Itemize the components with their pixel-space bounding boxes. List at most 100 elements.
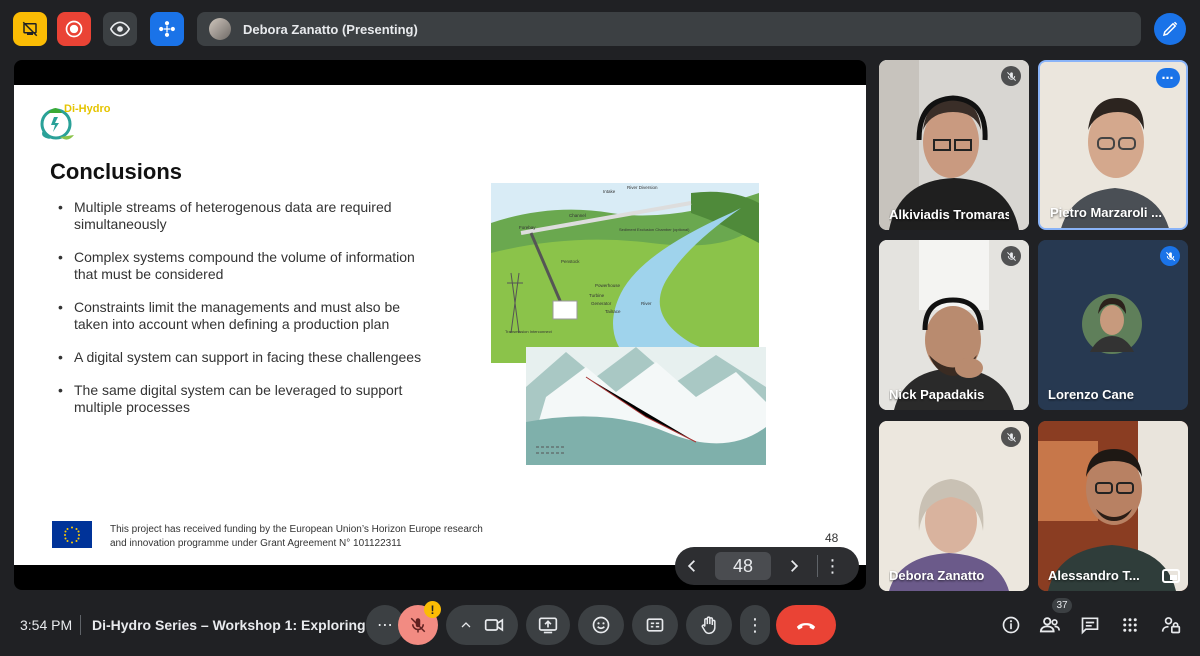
present-screen-icon	[538, 617, 558, 634]
participant-video	[879, 240, 1029, 410]
label-generator: Generator	[591, 301, 612, 306]
pager-more-button[interactable]: ⋮	[817, 555, 847, 577]
mic-muted-icon	[1001, 246, 1021, 266]
meeting-info-button[interactable]	[998, 612, 1024, 638]
slide-title: Conclusions	[50, 159, 183, 184]
captions-icon	[646, 618, 664, 632]
presentation-stage: Di-Hydro Conclusions Multiple streams of…	[14, 60, 866, 590]
label-sediment: Sediment Exclusion Chamber (optional)	[619, 227, 690, 232]
participant-more-button[interactable]: ⋯	[1156, 68, 1180, 88]
participant-tile[interactable]: Nick Papadakis	[879, 240, 1029, 410]
participant-name: Lorenzo Cane	[1048, 387, 1134, 402]
leave-call-button[interactable]	[776, 605, 836, 645]
mic-muted-icon	[1001, 427, 1021, 447]
present-screen-button[interactable]	[526, 605, 570, 645]
participant-tile[interactable]: Debora Zanatto	[879, 421, 1029, 591]
label-channel: Channel	[569, 213, 586, 218]
label-penstock: Penstock	[561, 259, 580, 264]
captions-button[interactable]	[632, 605, 678, 645]
mic-off-icon	[410, 617, 426, 633]
divider	[80, 615, 81, 635]
activities-panel-button[interactable]	[1117, 612, 1143, 638]
label-river: River	[641, 301, 652, 306]
label-river-diversion: River Diversion	[627, 185, 658, 190]
slide: Di-Hydro Conclusions Multiple streams of…	[14, 85, 866, 565]
eu-flag-icon	[52, 521, 92, 548]
record-icon	[65, 20, 83, 38]
more-vertical-icon: ⋮	[746, 614, 764, 635]
host-controls-button[interactable]	[1158, 612, 1184, 638]
clock: 3:54 PM	[20, 617, 73, 633]
presenter-name: Debora Zanatto (Presenting)	[243, 21, 418, 37]
people-button[interactable]	[1037, 612, 1063, 638]
hide-self-view-button[interactable]	[13, 12, 47, 46]
participant-name: Alessandro T...	[1048, 568, 1140, 583]
previous-slide-button[interactable]	[675, 549, 709, 583]
apps-grid-icon	[1123, 618, 1137, 632]
bullet-item: Constraints limit the managements and mu…	[58, 299, 438, 333]
participant-video	[879, 60, 1029, 230]
chevron-left-icon	[687, 560, 695, 572]
participant-name: Debora Zanatto	[889, 568, 985, 583]
bullet-item: Complex systems compound the volume of i…	[58, 249, 438, 283]
raise-hand-button[interactable]	[686, 605, 732, 645]
more-horizontal-icon: ⋯	[377, 617, 393, 634]
slide-pager: 48 ⋮	[675, 547, 859, 585]
funding-line: and innovation programme under Grant Agr…	[110, 538, 402, 549]
meeting-title: Di-Hydro Series – Workshop 1: Exploring.…	[92, 617, 378, 633]
avatar	[1038, 240, 1188, 410]
label-intake: Intake	[603, 189, 616, 194]
bullet-item: Multiple streams of heterogenous data ar…	[58, 199, 438, 233]
participant-tile[interactable]: Alessandro T...	[1038, 421, 1188, 591]
participant-name: Alkiviadis Tromaras	[889, 207, 1009, 222]
slide-page-number: 48	[825, 531, 839, 545]
bullet-item: The same digital system can be leveraged…	[58, 382, 438, 416]
participant-name: Pietro Marzaroli ...	[1050, 205, 1162, 220]
chat-button[interactable]	[1077, 612, 1103, 638]
mic-warning-badge: !	[424, 601, 441, 618]
participant-video	[879, 421, 1029, 591]
recording-button[interactable]	[57, 12, 91, 46]
more-actions-button[interactable]: ⋮	[740, 605, 770, 645]
bullet-list: Multiple streams of heterogenous data ar…	[58, 199, 438, 432]
next-slide-button[interactable]	[777, 549, 811, 583]
label-forebay: Forebay	[519, 225, 536, 230]
presenting-banner: Debora Zanatto (Presenting)	[197, 12, 1141, 46]
pen-icon	[1162, 21, 1178, 37]
participant-tile[interactable]: ⋯ Pietro Marzaroli ...	[1038, 60, 1188, 230]
people-icon	[1039, 617, 1060, 633]
label-tailrace: Tailrace	[605, 309, 621, 314]
participant-video	[1038, 421, 1188, 591]
funding-text: This project has received funding by the…	[110, 523, 570, 551]
logo-text: Di-Hydro	[64, 103, 111, 115]
pip-icon[interactable]	[1162, 569, 1180, 583]
mountain-diagram	[526, 347, 766, 465]
mic-muted-icon	[1001, 66, 1021, 86]
chevron-right-icon	[791, 560, 799, 572]
mic-muted-icon	[1160, 246, 1180, 266]
hang-up-icon	[796, 623, 816, 630]
label-transmission: Transmission Interconnect	[505, 329, 553, 334]
avatar	[209, 18, 231, 40]
label-turbine: Turbine	[589, 293, 605, 298]
participant-name: Nick Papadakis	[889, 387, 985, 402]
reactions-button[interactable]	[578, 605, 624, 645]
chevron-up-icon[interactable]	[460, 619, 472, 631]
participant-tile[interactable]: Lorenzo Cane	[1038, 240, 1188, 410]
current-page[interactable]: 48	[715, 552, 771, 580]
emoji-icon	[592, 616, 610, 634]
activities-button[interactable]	[150, 12, 184, 46]
bullet-item: A digital system can support in facing t…	[58, 349, 438, 366]
funding-line: This project has received funding by the…	[110, 524, 483, 535]
info-icon	[1002, 616, 1020, 634]
visibility-button[interactable]	[103, 12, 137, 46]
chat-icon	[1081, 617, 1099, 635]
label-powerhouse: Powerhouse	[595, 283, 621, 288]
participant-tile[interactable]: Alkiviadis Tromaras	[879, 60, 1029, 230]
lock-person-icon	[1161, 617, 1181, 634]
annotate-button[interactable]	[1154, 13, 1186, 45]
camera-button[interactable]	[446, 605, 518, 645]
people-count-badge: 37	[1052, 598, 1072, 613]
activities-icon	[159, 21, 175, 37]
eye-icon	[110, 21, 130, 37]
